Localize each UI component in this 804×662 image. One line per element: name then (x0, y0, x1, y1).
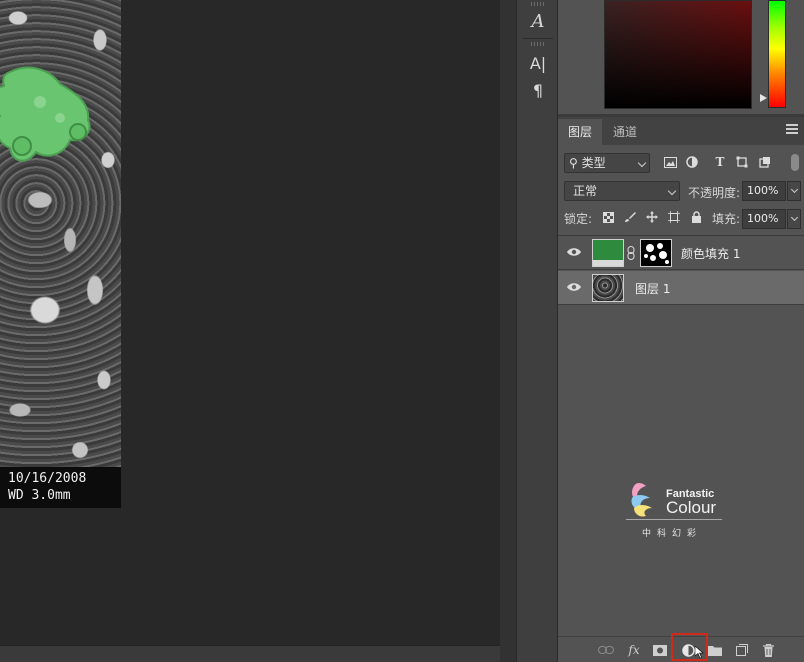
layer-image-thumbnail[interactable] (592, 274, 624, 302)
document-canvas[interactable]: 10/16/2008 WD 3.0mm (0, 0, 500, 645)
add-mask-icon[interactable] (651, 641, 669, 659)
eye-icon[interactable] (567, 247, 581, 257)
fill-input[interactable]: 100% (742, 209, 786, 229)
lock-label: 锁定: (564, 212, 593, 226)
new-layer-icon[interactable] (733, 641, 751, 659)
cursor-arrow-icon (695, 646, 704, 659)
paragraph-panel-button[interactable]: ¶ (525, 77, 551, 103)
chevron-down-icon (667, 186, 677, 196)
lock-position-icon[interactable] (645, 210, 659, 224)
layer-mask-thumbnail[interactable] (640, 239, 672, 267)
character-styles-button[interactable]: A| (525, 50, 551, 76)
chevron-down-icon (790, 185, 799, 194)
lock-image-pixels-icon[interactable] (623, 210, 637, 224)
chevron-down-icon (637, 158, 647, 168)
fx-icon[interactable]: fx (625, 641, 643, 659)
layers-panel-tabs: 图层 通道 (558, 117, 804, 145)
color-picker-field[interactable] (604, 0, 752, 109)
sem-micrograph-image: 10/16/2008 WD 3.0mm (0, 0, 121, 508)
tab-channels[interactable]: 通道 (603, 119, 647, 145)
chain-link-icon[interactable] (627, 246, 635, 260)
filter-toggle-switch[interactable] (791, 154, 799, 171)
lock-artboard-icon[interactable] (667, 210, 681, 224)
right-panel: 图层 通道 ⚲ 类型 T 正常 不透明度: 100% 锁定: 填充: 100% … (558, 0, 804, 662)
strip-grip[interactable] (531, 42, 545, 46)
layers-list[interactable]: 颜色填充 1 图层 1 (558, 235, 804, 630)
new-group-icon[interactable] (706, 641, 724, 659)
fill-dropdown[interactable] (787, 209, 801, 229)
lock-row: 锁定: 填充: 100% (558, 205, 804, 231)
delete-layer-icon[interactable] (759, 641, 777, 659)
lock-transparent-pixels-icon[interactable] (601, 210, 615, 224)
layers-bottom-bar: fx (558, 633, 804, 662)
collapsed-panel-strip: 𝐴 A| ¶ (516, 0, 558, 662)
panel-menu-icon[interactable] (786, 124, 798, 136)
strip-separator (523, 38, 553, 39)
sem-working-distance: WD 3.0mm (8, 488, 71, 503)
filter-smart-object-icon[interactable] (758, 155, 772, 169)
character-panel-button[interactable]: 𝐴 (525, 8, 551, 34)
color-fill-swatch-thumbnail[interactable] (592, 239, 624, 267)
opacity-label: 不透明度: (688, 186, 741, 200)
watermark-divider (626, 519, 722, 520)
filter-pixel-icon[interactable] (663, 155, 677, 169)
tab-layers[interactable]: 图层 (558, 119, 603, 145)
opacity-dropdown[interactable] (787, 181, 801, 201)
watermark-logo: Fantastic Colour 中科幻彩 (622, 474, 732, 546)
watermark-colour: Colour (666, 498, 717, 517)
green-colored-particle (0, 66, 91, 162)
sem-caption: 10/16/2008 WD 3.0mm (0, 467, 121, 508)
filter-adjustment-icon[interactable] (685, 155, 699, 169)
layer-row-layer-1[interactable]: 图层 1 (558, 271, 804, 305)
lock-all-icon[interactable] (689, 210, 703, 224)
filter-kind-label: 类型 (581, 156, 606, 170)
horizontal-scrollbar[interactable] (0, 645, 500, 662)
layer-filter-row: ⚲ 类型 T (558, 150, 804, 176)
blend-mode-select[interactable]: 正常 (564, 181, 680, 201)
filter-shape-icon[interactable] (735, 155, 749, 169)
hue-slider[interactable] (768, 0, 786, 108)
layer-row-color-fill[interactable]: 颜色填充 1 (558, 236, 804, 270)
layer-name-layer-1[interactable]: 图层 1 (635, 280, 670, 297)
filter-kind-select[interactable]: ⚲ 类型 (564, 153, 650, 173)
watermark-chinese: 中科幻彩 (642, 529, 703, 539)
character-panel-icon: 𝐴 (531, 10, 545, 32)
fill-swatch-strip (593, 260, 623, 266)
blend-row: 正常 不透明度: 100% (558, 179, 804, 203)
sem-date: 10/16/2008 (8, 471, 87, 486)
character-styles-icon: A| (529, 53, 547, 73)
layer-name-color-fill[interactable]: 颜色填充 1 (681, 245, 740, 262)
mask-shapes (644, 243, 669, 264)
link-layers-icon[interactable] (597, 641, 615, 659)
paragraph-icon: ¶ (532, 80, 544, 100)
ribbon-logo-icon (631, 483, 652, 517)
search-icon: ⚲ (569, 156, 582, 170)
eye-icon[interactable] (567, 282, 581, 292)
chevron-down-icon (790, 213, 799, 222)
opacity-input[interactable]: 100% (742, 181, 786, 201)
fill-label: 填充: (712, 212, 741, 226)
hue-slider-marker[interactable] (760, 94, 767, 102)
blend-mode-value: 正常 (573, 184, 598, 198)
filter-type-icon[interactable]: T (713, 155, 727, 169)
strip-grip[interactable] (531, 2, 545, 6)
panel-divider[interactable] (500, 0, 516, 662)
